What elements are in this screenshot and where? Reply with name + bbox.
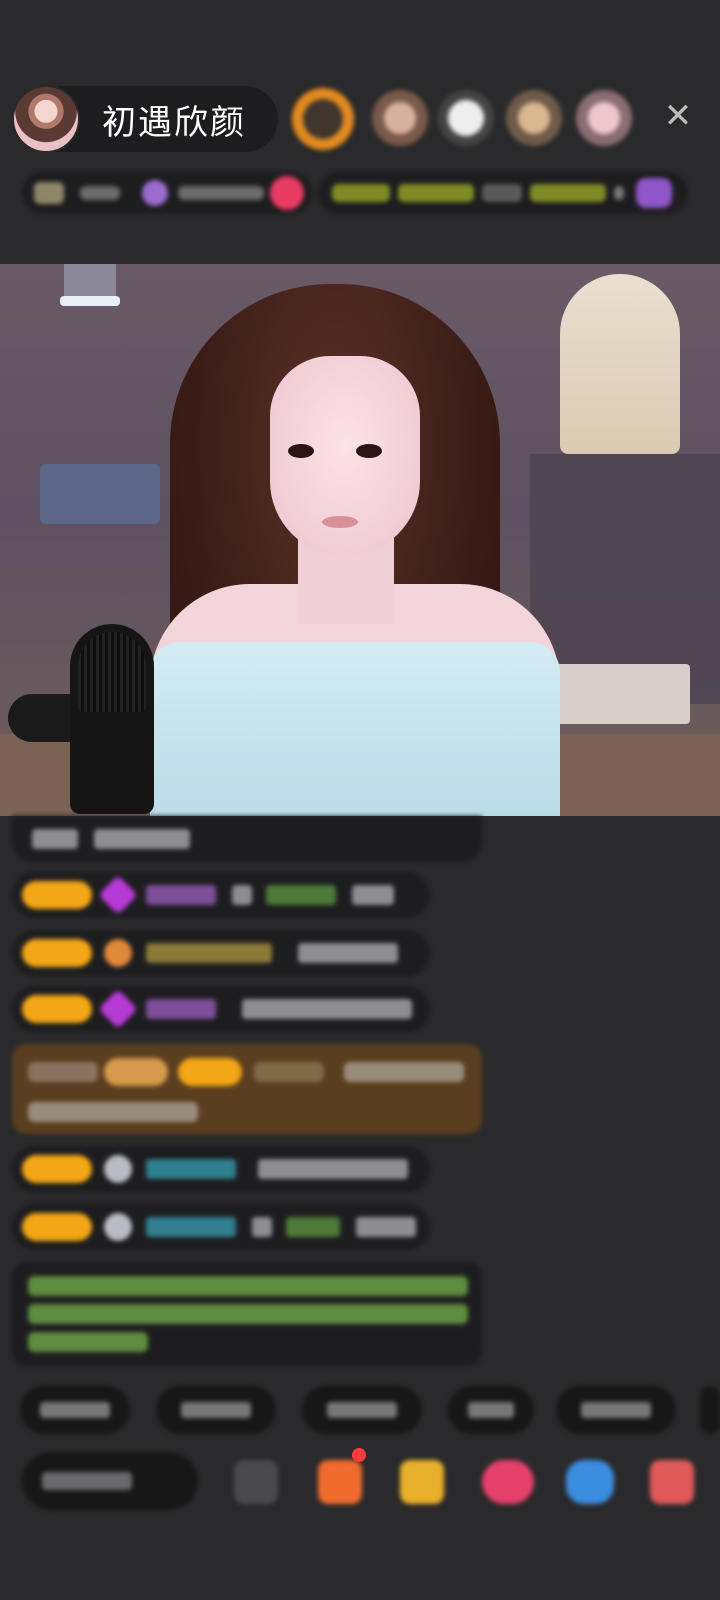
notification-dot: [352, 1448, 366, 1462]
chat-text: [352, 885, 394, 905]
chat-message[interactable]: [12, 986, 430, 1032]
level-badge: [22, 995, 92, 1023]
fans-text: [178, 186, 264, 200]
notice-text: [28, 1332, 148, 1352]
rank-label: [530, 184, 606, 202]
quick-reply-chip[interactable]: [302, 1386, 422, 1434]
chat-text: [298, 943, 398, 963]
chat-username[interactable]: [146, 943, 272, 963]
host-avatar[interactable]: [12, 85, 80, 153]
chat-message[interactable]: [12, 930, 430, 976]
rank-label: [398, 184, 474, 202]
user-icon: [104, 1155, 132, 1183]
more-icon[interactable]: [650, 1460, 694, 1504]
room-stats-bar[interactable]: [22, 172, 312, 214]
quick-reply-chip[interactable]: [700, 1386, 720, 1434]
chat-username[interactable]: [266, 885, 336, 905]
top-viewer-avatar[interactable]: [438, 90, 494, 146]
streamer-lips: [322, 516, 358, 528]
rank-text: [80, 186, 120, 200]
follow-icon[interactable]: [270, 176, 304, 210]
vip-enter-message[interactable]: [12, 1044, 482, 1134]
chat-message[interactable]: [12, 872, 430, 918]
host-info-pill[interactable]: 初遇欣颜: [12, 85, 278, 153]
streamer-eye: [356, 444, 382, 458]
close-icon[interactable]: ✕: [660, 98, 696, 134]
vip-text: [28, 1062, 98, 1082]
gift-box-icon[interactable]: [318, 1460, 362, 1504]
chat-username[interactable]: [146, 1217, 236, 1237]
level-badge: [22, 939, 92, 967]
level-badge: [178, 1058, 242, 1086]
shield-icon: [104, 939, 132, 967]
level-badge: [22, 881, 92, 909]
chat-text: [356, 1217, 416, 1237]
vip-badge: [104, 1058, 168, 1086]
rank-label: [332, 184, 390, 202]
rank-label: [482, 184, 522, 202]
chat-message[interactable]: [12, 1146, 430, 1192]
microphone-grill: [78, 632, 146, 712]
arched-window: [560, 274, 680, 454]
wall-shelf: [40, 464, 160, 524]
diamond-icon: [98, 875, 138, 915]
user-icon: [104, 1213, 132, 1241]
chat-text: [258, 1159, 408, 1179]
chat-input[interactable]: [22, 1452, 198, 1510]
chat-text: [252, 1217, 272, 1237]
pink-gift-icon[interactable]: [482, 1460, 534, 1504]
game-icon[interactable]: [566, 1460, 614, 1504]
system-notice: [12, 1262, 482, 1366]
chat-username[interactable]: [146, 1159, 236, 1179]
fans-icon: [142, 180, 168, 206]
top-viewer-avatar[interactable]: [506, 90, 562, 146]
level-badge: [22, 1155, 92, 1183]
diamond-icon: [98, 989, 138, 1029]
quick-reply-chip[interactable]: [556, 1386, 676, 1434]
hourly-rank-bar[interactable]: [318, 172, 688, 214]
chat-text: [242, 999, 412, 1019]
quick-reply-chip[interactable]: [20, 1386, 130, 1434]
quick-reply-chip[interactable]: [156, 1386, 276, 1434]
chat-message[interactable]: [12, 1204, 430, 1250]
chat-username[interactable]: [146, 885, 216, 905]
streamer-eye: [288, 444, 314, 458]
lamp-light: [60, 296, 120, 306]
chevron-right-icon: [614, 186, 624, 200]
chat-username[interactable]: [146, 999, 216, 1019]
host-name: 初遇欣颜: [102, 102, 246, 143]
top-viewer-avatar[interactable]: [576, 90, 632, 146]
quick-reply-chip[interactable]: [448, 1386, 534, 1434]
chat-username[interactable]: [286, 1217, 340, 1237]
streamer-top: [150, 642, 560, 816]
chat-text: [28, 1102, 198, 1122]
chat-text: [232, 885, 252, 905]
gift-icon[interactable]: [636, 178, 672, 208]
red-packet-icon[interactable]: [400, 1460, 444, 1504]
rank-badge: [34, 182, 64, 204]
top-viewer-avatar[interactable]: [292, 88, 354, 150]
chat-message[interactable]: [12, 816, 482, 862]
chat-text: [32, 829, 78, 849]
emoji-icon[interactable]: [234, 1460, 278, 1504]
chat-username[interactable]: [254, 1062, 324, 1082]
chat-text: [344, 1062, 464, 1082]
notice-text: [28, 1304, 468, 1324]
live-video[interactable]: [0, 264, 720, 816]
chat-text: [94, 829, 190, 849]
notice-text: [28, 1276, 468, 1296]
top-viewer-avatar[interactable]: [372, 90, 428, 146]
level-badge: [22, 1213, 92, 1241]
